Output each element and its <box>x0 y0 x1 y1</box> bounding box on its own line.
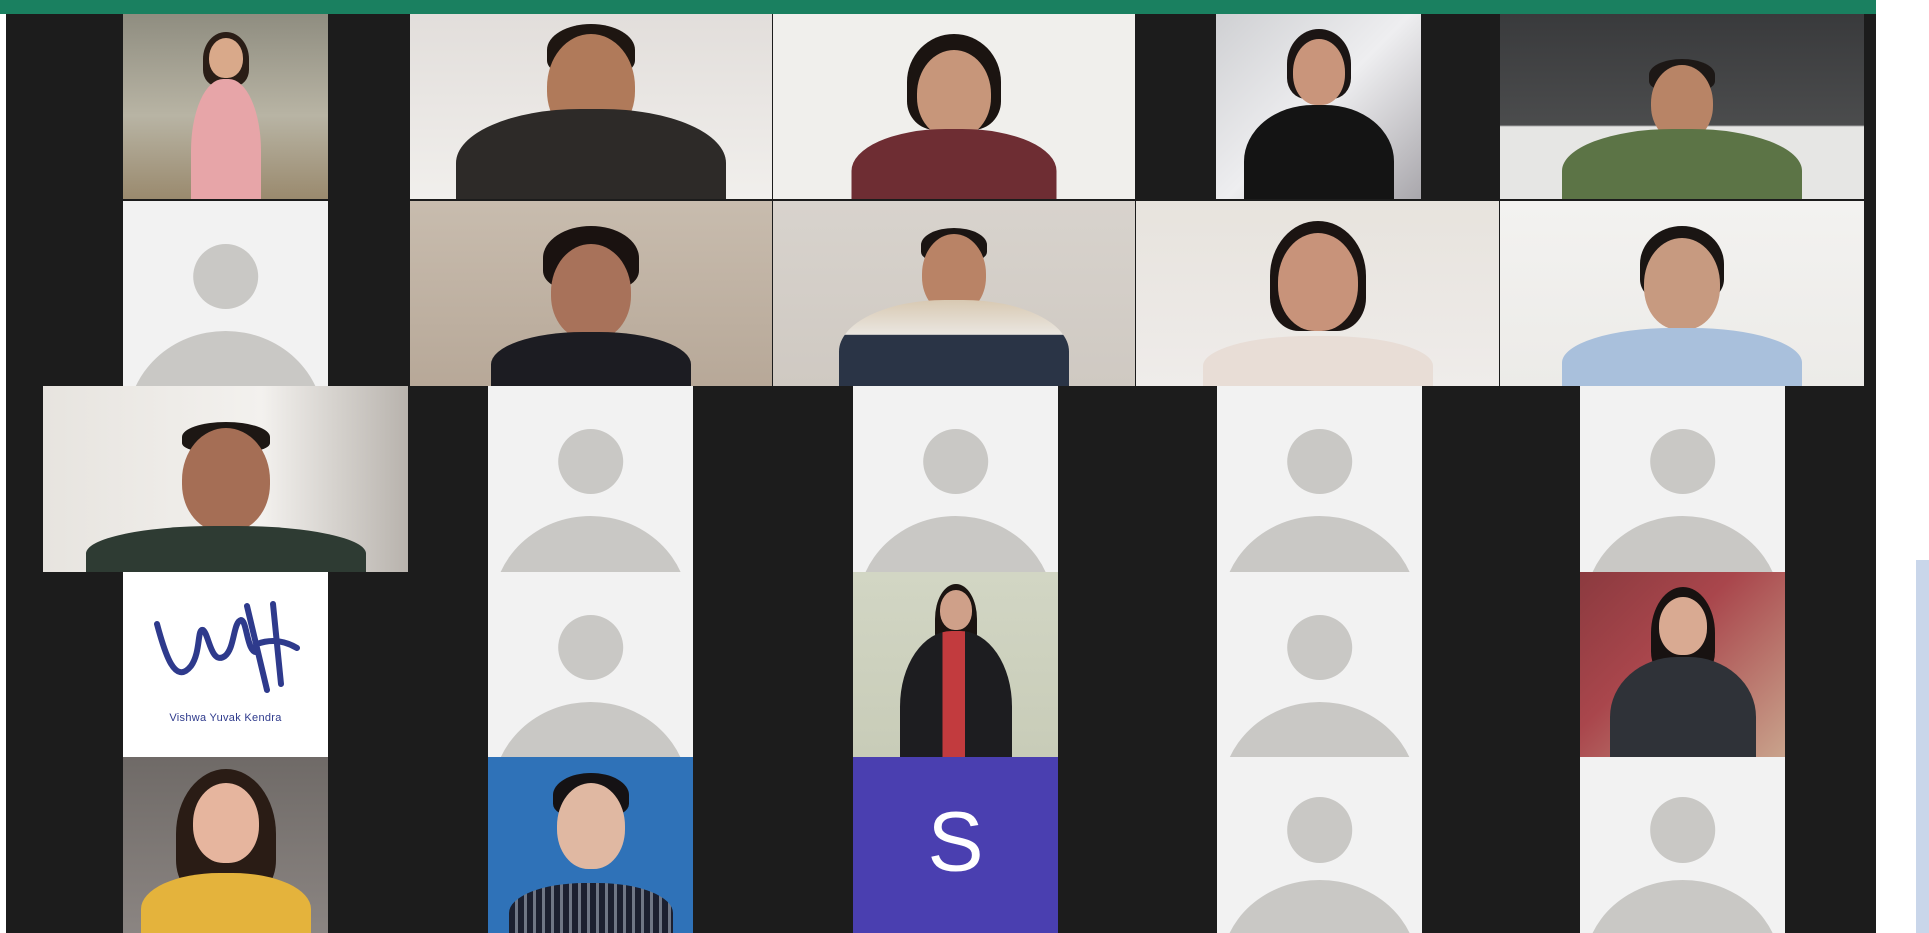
participant-avatar-tile[interactable] <box>123 201 328 386</box>
window-top-bar <box>0 0 1876 14</box>
avatar-placeholder-icon <box>192 243 259 310</box>
avatar-placeholder-icon <box>1286 428 1353 495</box>
participant-avatar-tile[interactable] <box>1217 572 1422 757</box>
participant-initial: S <box>927 794 984 889</box>
avatar-placeholder-icon <box>922 428 989 495</box>
participant-avatar-tile[interactable] <box>1217 386 1422 572</box>
participant-avatar-tile[interactable] <box>488 386 693 572</box>
participant-tile[interactable] <box>123 14 328 199</box>
window-right-margin <box>1876 0 1929 933</box>
participant-avatar-tile[interactable] <box>488 572 693 757</box>
participant-avatar-tile[interactable] <box>1580 757 1785 933</box>
avatar-placeholder-icon <box>1286 614 1353 681</box>
participant-avatar-tile[interactable] <box>853 386 1058 572</box>
participant-initial-tile[interactable]: S <box>853 757 1058 933</box>
participant-tile[interactable] <box>1500 14 1864 199</box>
participant-tile[interactable] <box>773 14 1135 199</box>
avatar-placeholder-icon <box>1649 428 1716 495</box>
avatar-placeholder-icon <box>1649 797 1716 864</box>
avatar-placeholder-icon <box>557 428 624 495</box>
participant-tile[interactable] <box>410 14 772 199</box>
participant-tile[interactable] <box>488 757 693 933</box>
participant-tile[interactable] <box>1216 14 1421 199</box>
participant-avatar-tile[interactable] <box>1217 757 1422 933</box>
participant-tile[interactable] <box>410 201 772 386</box>
window-left-edge <box>0 14 6 933</box>
vyk-logo-icon <box>154 601 300 693</box>
participant-tile[interactable] <box>1500 201 1864 386</box>
avatar-placeholder-icon <box>1286 797 1353 864</box>
logo-caption: Vishwa Yuvak Kendra <box>169 712 282 724</box>
participant-tile[interactable] <box>123 757 328 933</box>
participant-tile[interactable] <box>43 386 408 572</box>
participant-tile[interactable] <box>1580 572 1785 757</box>
avatar-placeholder-icon <box>557 614 624 681</box>
participant-tile[interactable] <box>1136 201 1499 386</box>
participant-avatar-tile[interactable] <box>1580 386 1785 572</box>
participant-tile[interactable] <box>853 572 1058 757</box>
participant-logo-tile[interactable]: Vishwa Yuvak Kendra <box>123 572 328 757</box>
participant-tile[interactable] <box>773 201 1135 386</box>
